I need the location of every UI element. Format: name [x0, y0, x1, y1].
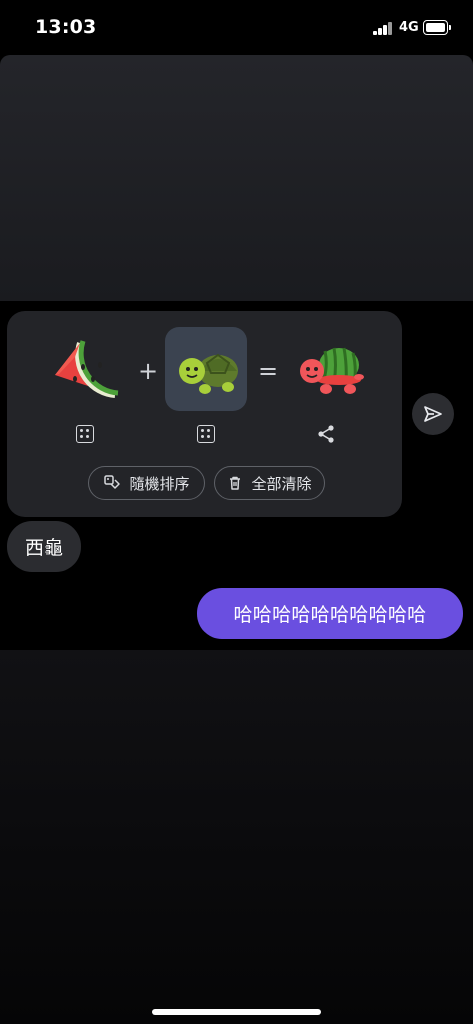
clear-all-button[interactable]: 全部清除: [214, 466, 325, 500]
battery-icon: [423, 20, 451, 35]
send-button[interactable]: [412, 393, 454, 435]
result-emoji[interactable]: [292, 327, 372, 407]
share-icon[interactable]: [316, 424, 336, 444]
incoming-message-text: 西龜: [24, 537, 63, 559]
send-icon: [424, 406, 442, 422]
watermelon-icon: [55, 340, 119, 398]
trash-icon: [230, 476, 241, 490]
randomize-right-dice-icon[interactable]: [197, 425, 215, 443]
outgoing-message-bubble[interactable]: 哈哈哈哈哈哈哈哈哈哈: [197, 588, 463, 639]
shuffle-icon: [104, 475, 121, 489]
left-emoji-slot[interactable]: [45, 327, 125, 407]
watermelon-turtle-icon: [300, 347, 364, 394]
home-indicator[interactable]: [152, 1009, 321, 1015]
clock: 13:03: [35, 16, 97, 38]
equals-sign: =: [258, 357, 279, 385]
shuffle-button[interactable]: 隨機排序: [88, 466, 205, 500]
incoming-message-bubble[interactable]: 西龜: [7, 521, 81, 572]
outgoing-message-text: 哈哈哈哈哈哈哈哈哈哈: [233, 604, 427, 626]
turtle-icon: [179, 353, 238, 394]
status-bar: 13:03 4G: [0, 0, 473, 56]
randomize-left-dice-icon[interactable]: [76, 425, 94, 443]
right-emoji-slot[interactable]: [165, 327, 247, 411]
keyboard-area-panel: [0, 650, 473, 1024]
shuffle-label: 隨機排序: [129, 474, 190, 493]
clear-all-label: 全部清除: [251, 474, 312, 493]
plus-sign: +: [138, 357, 159, 385]
emoji-kitchen-card: + = 隨機排序 全部清除: [7, 311, 402, 517]
previous-content-panel: [0, 55, 473, 301]
cellular-signal-icon: [373, 22, 393, 35]
network-type: 4G: [399, 20, 419, 35]
